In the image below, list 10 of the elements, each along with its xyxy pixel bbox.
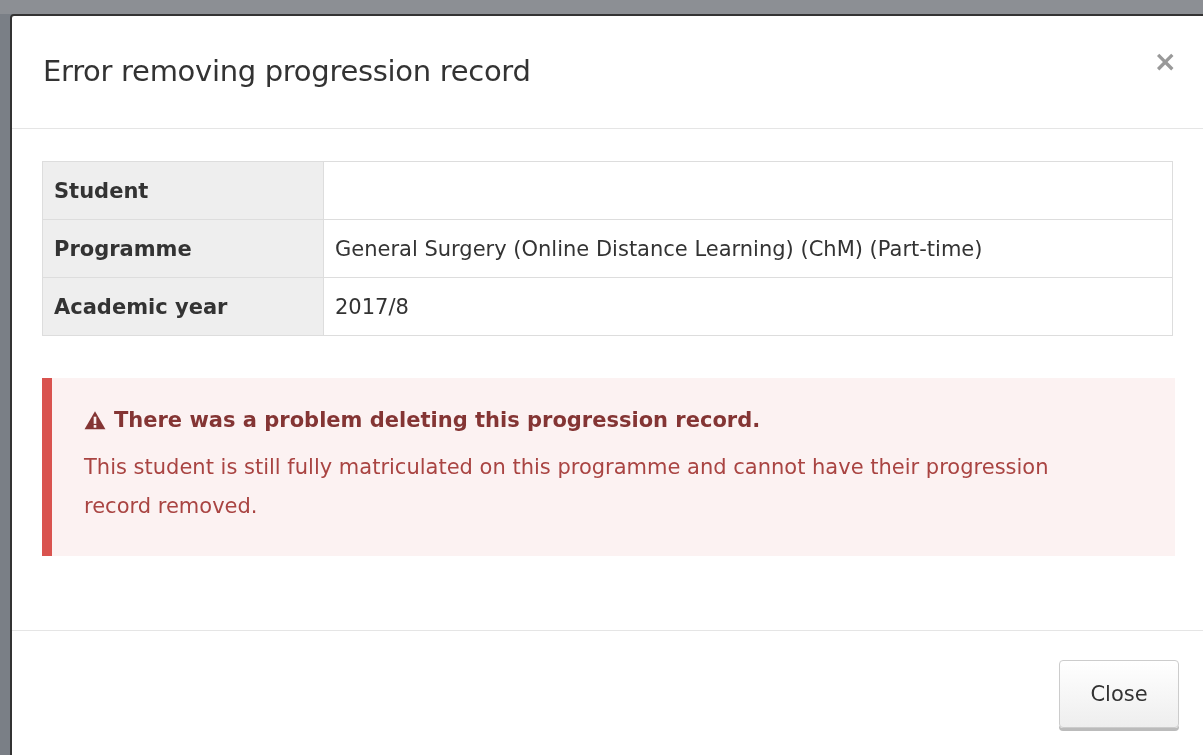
close-button[interactable]: Close [1059, 660, 1179, 728]
row-label: Academic year [42, 277, 324, 336]
dialog-title: Error removing progression record [43, 54, 531, 88]
row-label: Student [42, 161, 324, 220]
row-label: Programme [42, 219, 324, 278]
warning-icon [84, 410, 106, 430]
row-value: General Surgery (Online Distance Learning) (ChM) (Part-time) [323, 219, 1173, 278]
row-value: 2017/8 [323, 277, 1173, 336]
alert-heading: There was a problem deleting this progression record. [114, 408, 761, 432]
alert-message: This student is still fully matriculated on this programme and cannot have their progression record removed. [84, 454, 1050, 520]
